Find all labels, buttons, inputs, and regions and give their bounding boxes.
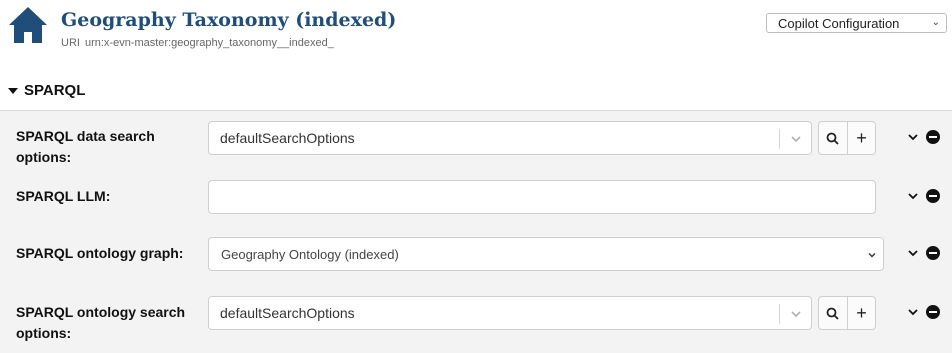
home-icon[interactable] xyxy=(7,5,49,45)
sparql-ontology-search-options-buttons: + xyxy=(818,296,876,330)
uri-label: URI xyxy=(61,37,80,49)
search-icon xyxy=(827,132,840,145)
search-icon xyxy=(827,307,840,320)
page-header: Geography Taxonomy (indexed) URI urn:x-ev… xyxy=(0,0,952,70)
field-label-sparql-ontology-search-options: SPARQL ontology search options: xyxy=(16,304,186,341)
caret-down-icon[interactable] xyxy=(8,88,18,94)
chevron-down-icon[interactable] xyxy=(907,190,919,202)
chevron-down-icon: ⌄ xyxy=(931,17,940,28)
uri-value: urn:x-evn-master:geography_taxonomy__ind… xyxy=(84,37,334,49)
chevron-down-icon xyxy=(791,136,801,143)
plus-icon: + xyxy=(856,303,867,323)
add-button[interactable]: + xyxy=(846,122,875,154)
sparql-llm-input[interactable] xyxy=(208,180,876,214)
select-separator xyxy=(779,304,780,324)
sparql-ontology-search-options-select[interactable]: defaultSearchOptions xyxy=(208,296,812,330)
sparql-section-body: SPARQL data search options: defaultSearc… xyxy=(0,111,952,353)
chevron-down-icon xyxy=(868,253,876,258)
chevron-down-icon[interactable] xyxy=(907,247,919,259)
remove-icon[interactable] xyxy=(926,130,940,144)
chevron-down-icon[interactable] xyxy=(907,306,919,318)
remove-icon[interactable] xyxy=(926,246,940,260)
sparql-section-header[interactable]: SPARQL xyxy=(0,70,952,111)
select-separator xyxy=(779,129,780,149)
chevron-down-icon[interactable] xyxy=(907,131,919,143)
page-title: Geography Taxonomy (indexed) xyxy=(61,9,397,31)
search-button[interactable] xyxy=(819,297,847,329)
uri-line: URI urn:x-evn-master:geography_taxonomy__… xyxy=(61,37,334,49)
field-label-sparql-data-search-options: SPARQL data search options: xyxy=(16,128,155,165)
search-button[interactable] xyxy=(819,122,847,154)
sparql-ontology-graph-select[interactable]: Geography Ontology (indexed) xyxy=(208,237,884,271)
remove-icon[interactable] xyxy=(926,305,940,319)
add-button[interactable]: + xyxy=(846,297,875,329)
field-label-sparql-ontology-graph: SPARQL ontology graph: xyxy=(16,245,184,261)
copilot-configuration-value: Copilot Configuration xyxy=(778,15,900,31)
remove-icon[interactable] xyxy=(926,189,940,203)
field-label-sparql-llm: SPARQL LLM: xyxy=(16,188,111,204)
sparql-data-search-options-buttons: + xyxy=(818,121,876,155)
select-value: defaultSearchOptions xyxy=(220,130,355,146)
section-title: SPARQL xyxy=(24,82,86,99)
chevron-down-icon xyxy=(791,311,801,318)
copilot-configuration-select[interactable]: Copilot Configuration ⌄ xyxy=(766,13,947,33)
select-value: Geography Ontology (indexed) xyxy=(221,247,399,262)
sparql-data-search-options-select[interactable]: defaultSearchOptions xyxy=(208,121,812,155)
plus-icon: + xyxy=(856,128,867,148)
select-value: defaultSearchOptions xyxy=(220,305,355,321)
